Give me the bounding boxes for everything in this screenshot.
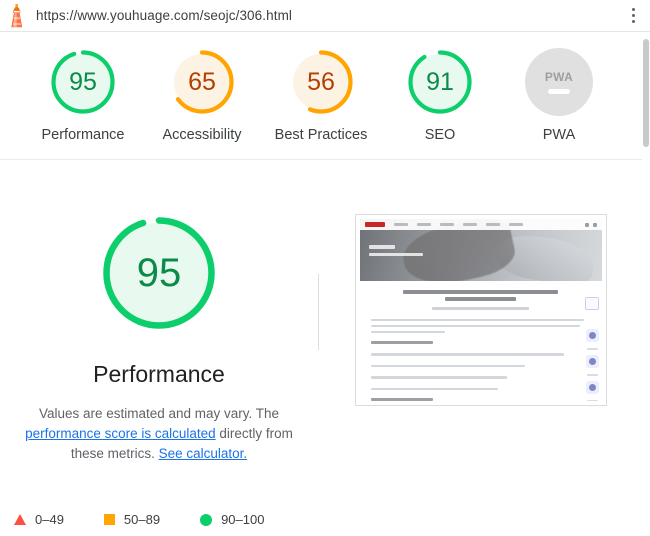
screenshot-hero-line [368, 253, 423, 256]
screenshot-text-line [370, 376, 507, 379]
screenshot-article-title [403, 290, 558, 301]
performance-score-calculated-link[interactable]: performance score is calculated [25, 426, 216, 441]
legend-item-pass: 90–100 [200, 512, 264, 527]
gauge-ring-best-practices: 56 [287, 48, 355, 116]
gauge-label-accessibility: Accessibility [162, 127, 242, 143]
performance-detail-section: 95 Performance Values are estimated and … [0, 160, 642, 464]
screenshot-side-widget [585, 297, 599, 310]
gauge-score-seo: 91 [426, 67, 454, 96]
performance-gauge-large: 95 [98, 212, 220, 334]
kebab-dot [631, 8, 635, 11]
screenshot-side-box-icon [585, 297, 599, 310]
screenshot-text-line [370, 330, 446, 333]
screenshot-nav-item [462, 223, 477, 226]
screenshot-paragraph [370, 318, 591, 333]
gauge-accessibility[interactable]: 65 Accessibility [154, 48, 250, 145]
url-bar: https://www.youhuage.com/seojc/306.html [0, 0, 650, 32]
screenshot-content [359, 219, 602, 401]
screenshot-paragraph [370, 353, 591, 356]
circle-icon [200, 513, 213, 526]
screenshot-subheading [370, 341, 434, 344]
square-icon [103, 514, 115, 525]
final-screenshot [354, 214, 607, 406]
screenshot-hero-line [368, 245, 395, 249]
legend-label-average: 50–89 [123, 512, 161, 527]
lighthouse-icon [6, 3, 28, 28]
screenshot-subheading [370, 398, 434, 401]
screenshot-float-icon [585, 329, 599, 342]
score-legend: 0–49 50–89 90–100 [0, 512, 264, 527]
screenshot-title-line [403, 290, 558, 294]
scrollbar[interactable] [642, 33, 650, 536]
screenshot-nav-item [416, 223, 431, 226]
gauge-best-practices[interactable]: 56 Best Practices [273, 48, 369, 145]
screenshot-paragraph [370, 387, 591, 390]
screenshot-menu-icon [592, 222, 597, 227]
legend-item-average: 50–89 [103, 512, 161, 527]
legend-label-fail: 0–49 [35, 512, 64, 527]
gauge-score-accessibility: 65 [188, 67, 216, 96]
screenshot-float-icon [585, 355, 599, 368]
pwa-badge-icon: PWA [525, 48, 593, 116]
screenshot-hero-text [368, 245, 423, 260]
page-url: https://www.youhuage.com/seojc/306.html [36, 8, 293, 23]
screenshot-float-label [586, 400, 598, 401]
screenshot-paragraph [370, 364, 591, 367]
screenshot-nav-item [393, 223, 408, 226]
screenshot-body [359, 281, 602, 401]
screenshot-text-line [370, 324, 580, 327]
screenshot-search-icon [584, 222, 589, 227]
screenshot-float-icon [585, 381, 599, 394]
gauge-pwa[interactable]: PWA PWA [511, 48, 607, 145]
kebab-menu-icon[interactable] [624, 4, 642, 28]
gauge-score-best-practices: 56 [307, 67, 335, 96]
screenshot-text-line [370, 387, 499, 390]
gauge-seo[interactable]: 91 SEO [392, 48, 488, 145]
screenshot-hero-image [359, 219, 602, 281]
screenshot-nav-item [485, 223, 500, 226]
screenshot-title-line [444, 297, 517, 301]
kebab-dot [631, 20, 635, 23]
screenshot-float-label [586, 348, 598, 350]
description-text-1: Values are estimated and may vary. The [38, 406, 280, 421]
screenshot-text-line [370, 364, 525, 367]
performance-summary: 95 Performance Values are estimated and … [0, 212, 318, 464]
legend-item-fail: 0–49 [14, 512, 64, 527]
gauge-score-performance: 95 [69, 67, 97, 96]
gauge-performance[interactable]: 95 Performance [35, 48, 131, 145]
legend-label-pass: 90–100 [221, 512, 265, 527]
screenshot-float-buttons [585, 329, 599, 401]
gauge-label-pwa: PWA [542, 127, 576, 143]
screenshot-nav-item [439, 223, 454, 226]
summary-section: 95 Performance 65 Accessibility 56 Best … [0, 32, 642, 160]
performance-description: Values are estimated and may vary. The p… [12, 404, 307, 464]
gauge-ring-performance: 95 [49, 48, 117, 116]
screenshot-nav-item [508, 223, 523, 226]
pwa-badge-text: PWA [544, 70, 574, 84]
screenshot-nav-actions [584, 222, 597, 227]
gauge-label-performance: Performance [41, 127, 125, 143]
screenshot-logo [364, 222, 385, 227]
gauge-ring-accessibility: 65 [168, 48, 236, 116]
performance-title: Performance [93, 361, 225, 387]
gauge-ring-seo: 91 [406, 48, 474, 116]
gauge-label-best-practices: Best Practices [274, 127, 368, 143]
triangle-icon [14, 514, 26, 525]
final-screenshot-container [319, 212, 642, 406]
screenshot-paragraph [370, 376, 591, 379]
screenshot-nav [359, 219, 602, 230]
performance-score-large: 95 [136, 251, 182, 295]
screenshot-text-line [370, 318, 584, 321]
kebab-dot [631, 14, 635, 17]
gauge-label-seo: SEO [424, 127, 456, 143]
screenshot-text-line [370, 353, 565, 356]
screenshot-article-meta [432, 307, 529, 310]
scrollbar-thumb[interactable] [643, 39, 649, 147]
see-calculator-link[interactable]: See calculator. [159, 446, 248, 461]
pwa-null-dash-icon [548, 89, 570, 94]
score-gauges: 95 Performance 65 Accessibility 56 Best … [0, 48, 642, 145]
screenshot-float-label [586, 374, 598, 376]
